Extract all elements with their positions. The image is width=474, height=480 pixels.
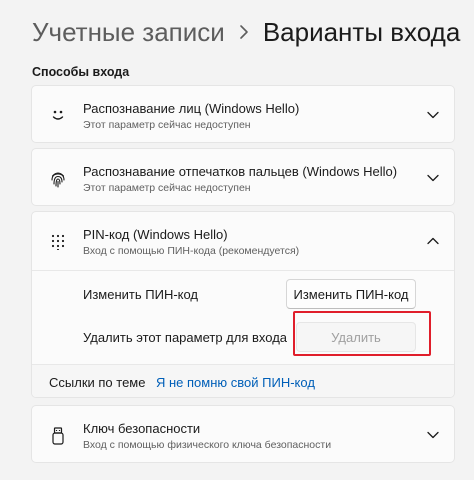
highlight-box	[293, 311, 431, 356]
fingerprint-icon	[48, 169, 68, 189]
pin-subtitle: Вход с помощью ПИН-кода (рекомендуется)	[83, 245, 300, 257]
pin-title: PIN-код (Windows Hello)	[83, 227, 228, 242]
security-key-title: Ключ безопасности	[83, 421, 201, 436]
security-key-subtitle: Вход с помощью физического ключа безопас…	[83, 439, 332, 451]
change-pin-row: Изменить ПИН-код Изменить ПИН-код	[32, 270, 454, 316]
chevron-right-icon	[239, 24, 249, 40]
pin-card: PIN-код (Windows Hello) Вход с помощью П…	[31, 211, 455, 398]
face-recognition-title: Распознавание лиц (Windows Hello)	[83, 101, 300, 116]
chevron-down-icon[interactable]	[426, 108, 440, 122]
breadcrumb-parent-accounts[interactable]: Учетные записи	[32, 17, 225, 48]
change-pin-button[interactable]: Изменить ПИН-код	[286, 279, 416, 309]
breadcrumb: Учетные записи Варианты входа	[32, 14, 460, 50]
chevron-down-icon[interactable]	[426, 171, 440, 185]
chevron-down-icon[interactable]	[426, 428, 440, 442]
related-links-label: Ссылки по теме	[49, 375, 146, 390]
security-key-card[interactable]: Ключ безопасности Вход с помощью физичес…	[31, 405, 455, 463]
pin-header[interactable]: PIN-код (Windows Hello) Вход с помощью П…	[32, 212, 454, 270]
section-title: Способы входа	[32, 65, 130, 79]
face-recognition-card[interactable]: Распознавание лиц (Windows Hello) Этот п…	[31, 85, 455, 143]
forgot-pin-link[interactable]: Я не помню свой ПИН-код	[156, 375, 315, 390]
usb-key-icon	[48, 426, 68, 446]
pin-keypad-icon	[48, 232, 68, 252]
page-title: Варианты входа	[262, 16, 461, 47]
fingerprint-card[interactable]: Распознавание отпечатков пальцев (Window…	[31, 148, 455, 206]
fingerprint-status: Этот параметр сейчас недоступен	[83, 182, 251, 194]
change-pin-label: Изменить ПИН-код	[83, 287, 199, 302]
remove-pin-label: Удалить этот параметр для входа	[83, 330, 288, 345]
chevron-up-icon[interactable]	[426, 234, 440, 248]
related-links-row: Ссылки по теме Я не помню свой ПИН-код	[32, 364, 454, 397]
fingerprint-title: Распознавание отпечатков пальцев (Window…	[83, 164, 398, 179]
face-recognition-status: Этот параметр сейчас недоступен	[83, 119, 251, 131]
face-icon	[48, 105, 68, 125]
